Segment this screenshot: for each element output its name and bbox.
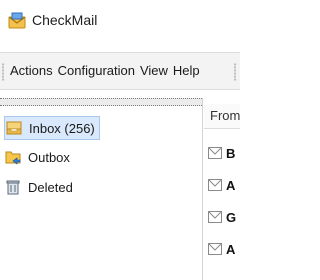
folder-label-outbox: Outbox — [28, 149, 70, 165]
app-title: CheckMail — [32, 12, 98, 28]
message-sender: B — [226, 145, 236, 161]
message-sender: A — [226, 241, 236, 257]
message-list: From B A G A — [204, 98, 240, 280]
trash-icon — [6, 180, 20, 195]
folder-label-inbox: Inbox (256) — [29, 120, 95, 136]
message-row[interactable]: A — [208, 174, 235, 196]
folder-inbox[interactable]: Inbox (256) — [4, 116, 100, 140]
folder-pane: Inbox (256) Outbox Deleted — [0, 98, 203, 280]
menu-view[interactable]: View — [140, 63, 168, 78]
message-sender: G — [226, 209, 237, 225]
outbox-icon — [5, 151, 21, 165]
envelope-icon — [208, 211, 222, 223]
message-sender: A — [226, 177, 236, 193]
folder-outbox[interactable]: Outbox — [4, 146, 70, 168]
menu-actions[interactable]: Actions — [10, 63, 53, 78]
message-row[interactable]: A — [208, 238, 235, 260]
menu-configuration[interactable]: Configuration — [58, 63, 135, 78]
column-header-from[interactable]: From — [204, 104, 240, 129]
folder-label-deleted: Deleted — [28, 179, 73, 195]
envelope-icon — [208, 147, 222, 159]
pane-splitter[interactable] — [0, 98, 202, 106]
folder-deleted[interactable]: Deleted — [4, 176, 73, 198]
envelope-app-icon — [8, 12, 26, 29]
message-row[interactable]: G — [208, 206, 236, 228]
envelope-icon — [208, 243, 222, 255]
toolbar-grip-right[interactable] — [234, 63, 236, 81]
title-bar: CheckMail — [0, 0, 240, 44]
message-row[interactable]: B — [208, 142, 235, 164]
toolbar-grip-left[interactable] — [2, 63, 4, 81]
envelope-icon — [208, 179, 222, 191]
inbox-icon — [6, 121, 22, 135]
column-header-label: From — [210, 108, 240, 123]
menu-help[interactable]: Help — [173, 63, 200, 78]
menu-bar: Actions Configuration View Help — [0, 52, 240, 90]
